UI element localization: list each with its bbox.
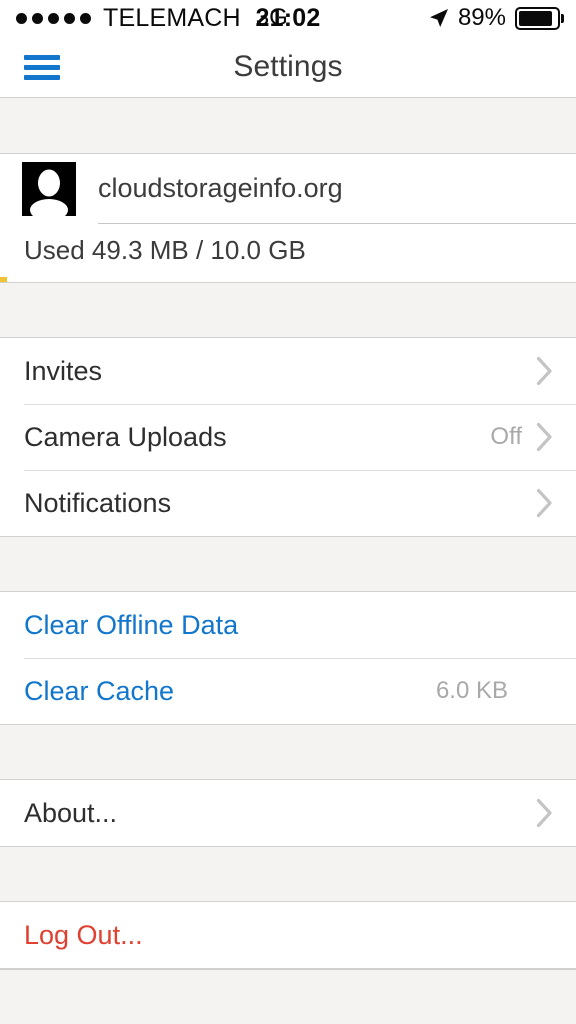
settings-row-value: 6.0 KB <box>435 677 508 704</box>
settings-row-label: Clear Cache <box>24 675 175 706</box>
settings-row-label: Clear Offline Data <box>24 609 239 640</box>
settings-row-notifications[interactable]: Notifications <box>0 470 576 536</box>
account-name-container: cloudstorageinfo.org <box>98 154 576 224</box>
account-name: cloudstorageinfo.org <box>98 173 343 203</box>
bottom-spacer <box>0 969 576 1024</box>
top-spacer <box>0 98 576 154</box>
settings-group-session: Log Out... <box>0 901 576 969</box>
settings-row-label: Notifications <box>24 487 172 518</box>
status-bar: TELEMACH 3G 21:02 89% <box>0 0 576 36</box>
settings-group-prefs: Invites Camera Uploads Off Notifications <box>0 337 576 537</box>
account-section: cloudstorageinfo.org Used 49.3 MB / 10.0… <box>0 154 576 283</box>
settings-row-log-out[interactable]: Log Out... <box>0 902 576 968</box>
location-arrow-icon <box>429 9 448 27</box>
settings-screen: TELEMACH 3G 21:02 89% Settings cloudstor… <box>0 0 576 1024</box>
settings-sections: Invites Camera Uploads Off Notifications Cle… <box>0 337 576 969</box>
navigation-bar: Settings <box>0 36 576 98</box>
section-spacer-3 <box>0 725 576 779</box>
settings-row-clear-offline-data[interactable]: Clear Offline Data <box>0 592 576 658</box>
section-spacer-2 <box>0 537 576 591</box>
chevron-right-icon <box>536 798 552 828</box>
settings-group-info: About... <box>0 779 576 847</box>
settings-row-clear-cache[interactable]: Clear Cache 6.0 KB <box>0 658 576 724</box>
chevron-right-icon <box>536 422 552 452</box>
chevron-right-icon <box>536 488 552 518</box>
account-row[interactable]: cloudstorageinfo.org <box>0 154 576 224</box>
settings-row-label: Invites <box>24 355 103 386</box>
section-spacer-1 <box>0 283 576 337</box>
settings-row-label: Camera Uploads <box>24 421 227 452</box>
status-bar-right: 89% <box>429 0 564 36</box>
settings-row-label: About... <box>24 797 118 828</box>
settings-row-invites[interactable]: Invites <box>0 338 576 404</box>
page-title: Settings <box>233 50 343 83</box>
storage-usage-bar <box>0 277 576 282</box>
chevron-right-icon <box>536 356 552 386</box>
settings-row-camera-uploads[interactable]: Camera Uploads Off <box>0 404 576 470</box>
section-spacer-4 <box>0 847 576 901</box>
user-avatar-placeholder-icon <box>22 162 76 216</box>
settings-row-about[interactable]: About... <box>0 780 576 846</box>
settings-row-label: Log Out... <box>24 919 143 950</box>
settings-row-value: Off <box>490 423 522 450</box>
settings-group-storage-actions: Clear Offline Data Clear Cache 6.0 KB <box>0 591 576 725</box>
battery-icon <box>515 6 564 30</box>
battery-percentage: 89% <box>457 4 506 31</box>
storage-usage-text: Used 49.3 MB / 10.0 GB <box>24 235 306 265</box>
